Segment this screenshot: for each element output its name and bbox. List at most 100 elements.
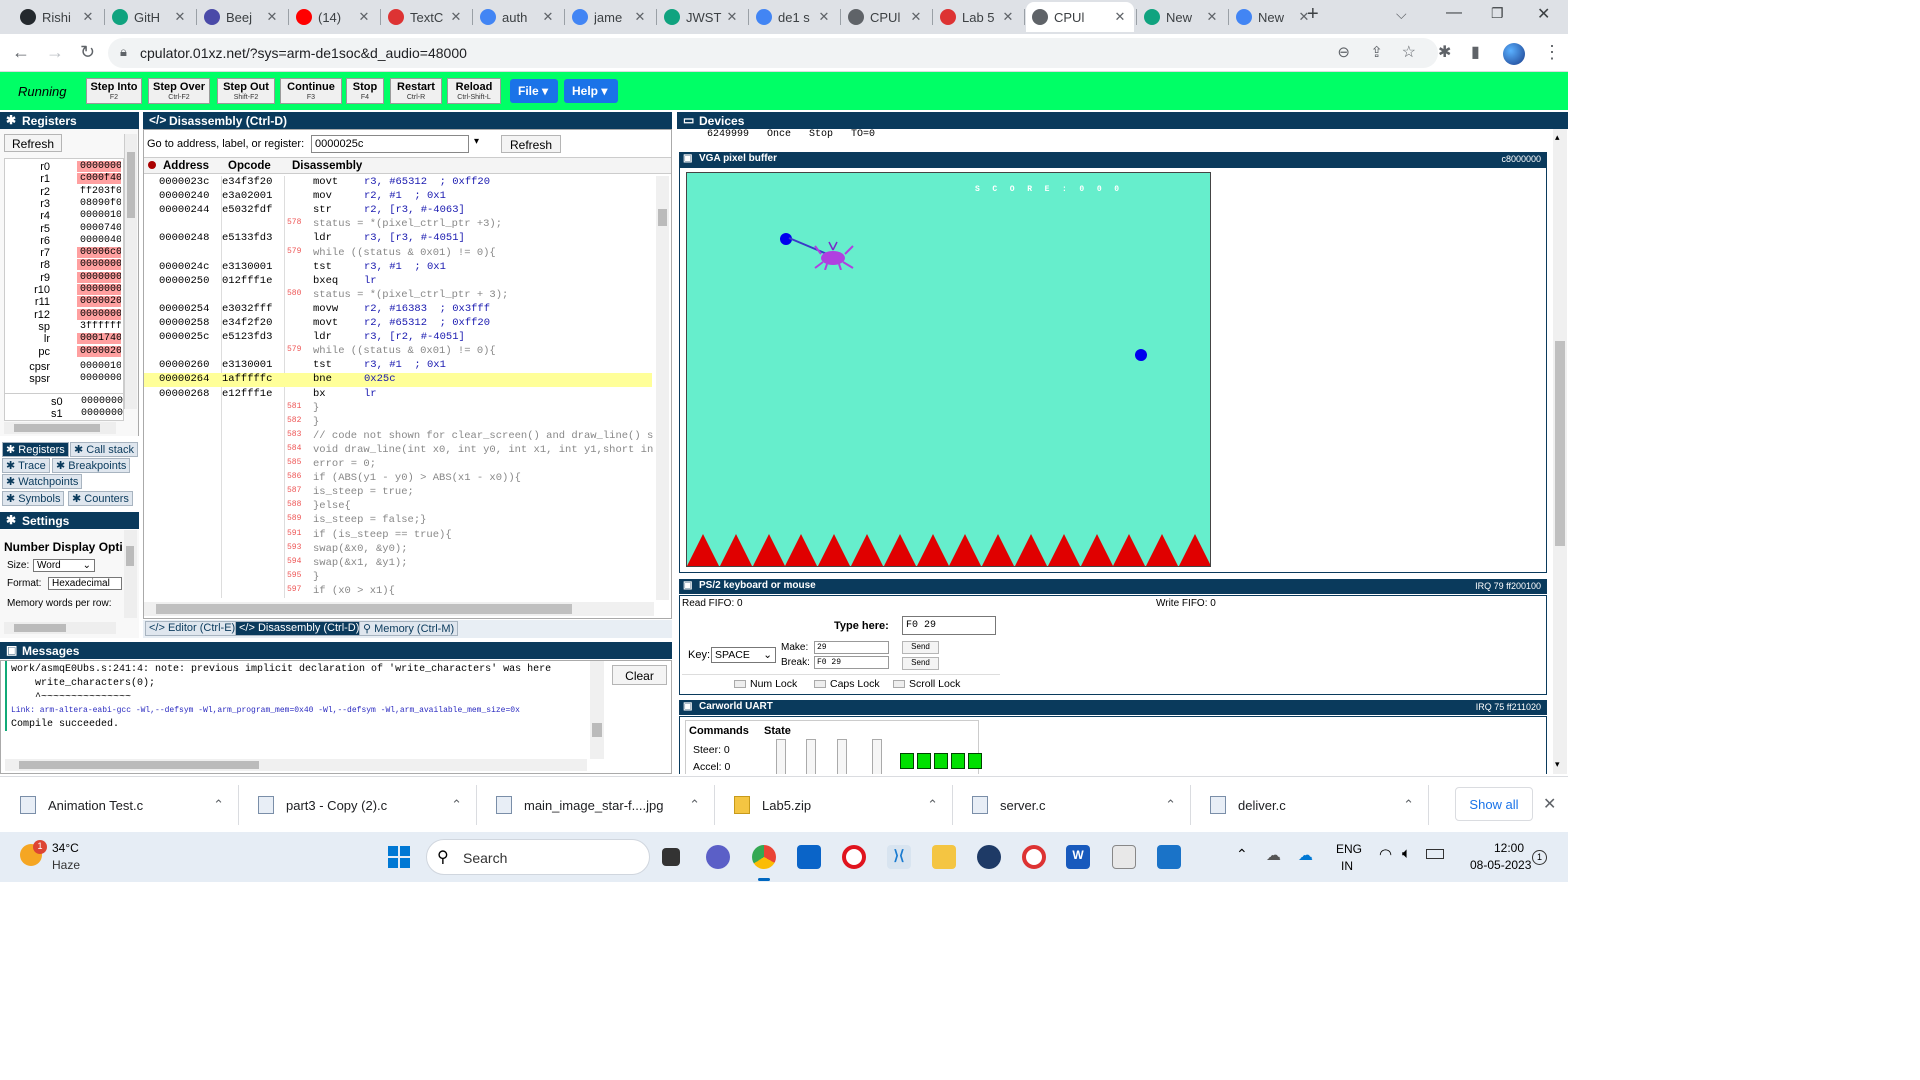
notepad-icon[interactable] (1112, 845, 1136, 869)
volume-icon[interactable]: 🔈︎ (1402, 845, 1411, 862)
register-value[interactable]: 00000000 (77, 259, 121, 271)
instruction-line[interactable]: 00000258 e34f2f20 movt r2, #65312 ; 0xff20 (144, 317, 652, 331)
instruction-line[interactable]: 00000240 e3a02001 mov r2, #1 ; 0x1 (144, 190, 652, 204)
source-line[interactable]: 593 swap(&x0, &y0); (144, 543, 652, 557)
chrome-icon[interactable] (752, 845, 776, 869)
tab-overflow-icon[interactable]: ⌵ (1396, 6, 1407, 23)
notes-icon[interactable] (1157, 845, 1181, 869)
tab-trace[interactable]: ✱ Trace (2, 458, 50, 473)
reload-button[interactable]: Reload Ctrl-Shift-L (447, 78, 501, 104)
register-value[interactable]: 00000100 (77, 361, 121, 372)
source-line[interactable]: 594 swap(&x1, &y1); (144, 557, 652, 571)
register-value[interactable]: c000f400 (77, 173, 121, 185)
settings-scrollbar[interactable] (124, 530, 137, 618)
chevron-up-icon[interactable]: ⌃ (1403, 797, 1414, 813)
register-value[interactable]: 00000000 (81, 396, 123, 407)
instruction-line[interactable]: 00000268 e12fff1e bx lr (144, 388, 652, 402)
browser-tab[interactable]: Lab 5 ✕ (934, 2, 1022, 32)
browser-tab[interactable]: JWST ✕ (658, 2, 746, 32)
register-value[interactable]: 00017400 (77, 333, 121, 345)
register-value[interactable]: 08090f00 (77, 198, 121, 209)
mail-icon[interactable] (797, 845, 821, 869)
close-tab-icon[interactable]: ✕ (1000, 9, 1016, 25)
source-line[interactable]: 583 // code not shown for clear_screen() … (144, 430, 653, 444)
task-view-icon[interactable] (662, 848, 680, 866)
register-value[interactable]: 00000000 (77, 308, 121, 320)
source-line[interactable]: 597 if (x0 > x1){ (144, 585, 652, 598)
download-item[interactable]: deliver.c ⌃ (1210, 777, 1432, 833)
source-line[interactable]: 588}else{ (144, 500, 652, 514)
extensions-icon[interactable]: ✱ (1438, 42, 1451, 62)
messages-vscrollbar[interactable] (590, 661, 604, 759)
devices-vscrollbar[interactable]: ▴ ▾ (1553, 129, 1567, 774)
register-value[interactable]: 00000200 (77, 296, 121, 308)
instruction-line[interactable]: 00000260 e3130001 tst r3, #1 ; 0x1 (144, 359, 652, 373)
make-input[interactable]: 29 (814, 641, 889, 654)
instruction-line[interactable]: 00000264 1afffffc bne 0x25c (144, 373, 652, 388)
register-value[interactable]: 00000100 (77, 210, 121, 221)
chevron-up-icon[interactable]: ⌃ (1236, 846, 1248, 863)
browser-tab[interactable]: de1 s ✕ (750, 2, 838, 32)
register-value[interactable]: 00006c00 (77, 247, 121, 259)
messages-hscrollbar[interactable] (5, 759, 587, 771)
register-value[interactable]: 00000000 (77, 284, 121, 295)
download-item[interactable]: Animation Test.c ⌃ (20, 777, 242, 833)
browser-tab[interactable]: TextC ✕ (382, 2, 470, 32)
browser-tab[interactable]: New ✕ (1230, 2, 1318, 32)
send-make-button[interactable]: Send (902, 641, 939, 654)
app-icon[interactable] (977, 845, 1001, 869)
browser-menu-icon[interactable]: ⋮ (1543, 42, 1561, 63)
language-code[interactable]: ENG (1336, 842, 1362, 856)
register-value[interactable]: 3ffffff0 (77, 321, 121, 332)
zoom-icon[interactable]: ⊖ (1337, 43, 1350, 61)
break-input[interactable]: F0 29 (814, 656, 889, 669)
vscode-icon[interactable]: ⟩⟨ (887, 845, 911, 869)
close-tab-icon[interactable]: ✕ (724, 9, 740, 25)
close-tab-icon[interactable]: ✕ (80, 9, 96, 25)
reload-icon[interactable]: ↻ (80, 42, 95, 63)
browser-tab[interactable]: New ✕ (1138, 2, 1226, 32)
tab-memory[interactable]: ⚲ Memory (Ctrl-M) (359, 621, 459, 636)
download-item[interactable]: server.c ⌃ (972, 777, 1194, 833)
window-close-icon[interactable]: ✕ (1537, 4, 1550, 24)
register-value[interactable]: 00000400 (77, 235, 121, 246)
disassembly-hscrollbar[interactable] (144, 602, 654, 616)
notification-badge[interactable]: 1 (1532, 850, 1547, 865)
tab-symbols[interactable]: ✱ Symbols (2, 491, 65, 506)
download-item[interactable]: Lab5.zip ⌃ (734, 777, 956, 833)
window-minimize-icon[interactable]: — (1446, 4, 1462, 22)
register-value[interactable]: 00000000 (77, 161, 121, 172)
source-line[interactable]: 579 while ((status & 0x01) != 0){ (144, 345, 652, 359)
clock-time[interactable]: 12:00 (1494, 841, 1524, 855)
download-item[interactable]: main_image_star-f....jpg ⌃ (496, 777, 718, 833)
instruction-line[interactable]: 0000024c e3130001 tst r3, #1 ; 0x1 (144, 261, 652, 275)
browser-tab[interactable]: CPUl ✕ (1026, 2, 1134, 32)
register-value[interactable]: 00000000 (81, 408, 123, 419)
show-all-button[interactable]: Show all (1455, 787, 1533, 821)
chevron-up-icon[interactable]: ⌃ (689, 797, 700, 813)
browser-tab[interactable]: GitH ✕ (106, 2, 194, 32)
cloud-icon[interactable]: ☁ (1266, 846, 1281, 864)
instruction-line[interactable]: 00000244 e5032fdf str r2, [r3, #-4063] (144, 204, 652, 218)
bookmark-star-icon[interactable]: ☆ (1402, 42, 1416, 62)
close-tab-icon[interactable]: ✕ (816, 9, 832, 25)
tab-breakpoints[interactable]: ✱ Breakpoints (52, 458, 131, 473)
browser-tab[interactable]: Rishi ✕ (14, 2, 102, 32)
word-icon[interactable]: W (1066, 845, 1090, 869)
browser-tab[interactable]: CPUl ✕ (842, 2, 930, 32)
tab-call-stack[interactable]: ✱ Call stack (70, 442, 138, 457)
teams-chat-icon[interactable] (706, 845, 730, 869)
file-menu[interactable]: File ▾ (510, 79, 558, 103)
source-line[interactable]: 579 while ((status & 0x01) != 0){ (144, 247, 652, 261)
source-line[interactable]: 584 void draw_line(int x0, int y0, int x1… (144, 444, 653, 458)
collapse-icon[interactable]: ▣ (683, 580, 692, 591)
register-value[interactable]: 00000000 (77, 373, 121, 384)
scroll-up-icon[interactable]: ▴ (1555, 132, 1560, 143)
close-tab-icon[interactable]: ✕ (172, 9, 188, 25)
browser-tab[interactable]: auth ✕ (474, 2, 562, 32)
messages-clear-button[interactable]: Clear (612, 665, 667, 685)
tab-counters[interactable]: ✱ Counters (68, 491, 133, 506)
browser-tab[interactable]: (14) ✕ (290, 2, 378, 32)
back-icon[interactable]: ← (12, 42, 30, 63)
collapse-icon[interactable]: ▣ (683, 153, 692, 164)
